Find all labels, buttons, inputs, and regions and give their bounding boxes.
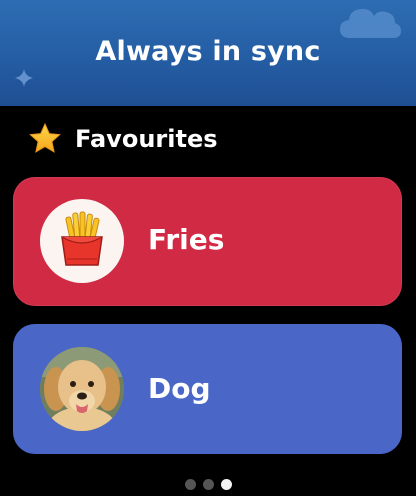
header-title: Always in sync <box>95 36 321 67</box>
favourite-label-fries: Fries <box>148 223 225 256</box>
favourites-title: Favourites <box>75 125 218 153</box>
page-dot-2[interactable] <box>202 479 214 490</box>
fries-avatar <box>40 199 124 283</box>
star-icon <box>29 122 61 153</box>
favourite-card-dog[interactable]: Dog <box>13 324 402 454</box>
favourite-card-fries[interactable]: Fries <box>13 177 402 306</box>
page-dot-3-active[interactable] <box>220 479 232 490</box>
page-indicator <box>0 479 416 490</box>
favourites-header: Favourites <box>28 122 218 156</box>
fries-icon <box>61 211 103 266</box>
dog-avatar <box>40 347 124 431</box>
cloud-icon <box>340 8 401 38</box>
dog-photo <box>40 347 124 431</box>
header-banner: Always in sync <box>0 0 416 106</box>
sparkle-icon <box>15 69 33 87</box>
page-dot-1[interactable] <box>184 479 196 490</box>
favourite-label-dog: Dog <box>148 372 211 405</box>
